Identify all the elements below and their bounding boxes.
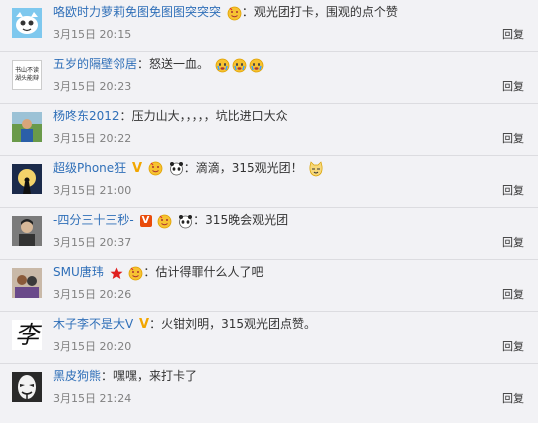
reply-button[interactable]: 回复 xyxy=(502,235,524,251)
comment-time: 3月15日 20:20 xyxy=(53,340,132,353)
username-link[interactable]: SMU唐玮 xyxy=(53,265,104,279)
reply-button[interactable]: 回复 xyxy=(502,131,524,147)
panda-icon xyxy=(169,162,183,176)
reply-button[interactable]: 回复 xyxy=(502,183,524,199)
comment-item: SMU唐玮 ：估计得罪什么人了吧 3月15日 20:26 回复 xyxy=(0,260,538,312)
comment-colon: ： xyxy=(241,5,254,19)
user-badges xyxy=(108,265,144,281)
comment-text: 压力山大，，，，，坑比进口大众 xyxy=(131,109,288,123)
crying-emoji-icon xyxy=(232,58,247,72)
comment-time: 3月15日 20:15 xyxy=(53,28,132,41)
crying-emoji-icon xyxy=(215,58,230,72)
comment-item: 咯欧时力萝莉免图免图图突突突 ：观光团打卡，围观的点个赞 3月15日 20:15… xyxy=(0,0,538,52)
cat-emoji-icon xyxy=(310,160,323,176)
comment-text: 315晚会观光团 xyxy=(205,213,289,227)
verified-v-icon: V xyxy=(139,316,150,332)
crying-emoji-icon xyxy=(249,58,264,72)
comment-item: -四分三十三秒- V ：315晚会观光团 3月15日 20:37 回复 xyxy=(0,208,538,260)
red-star-icon xyxy=(110,267,123,279)
avatar[interactable] xyxy=(12,372,42,402)
comment-time: 3月15日 21:24 xyxy=(53,392,132,405)
comment-text: 滴滴，315观光团！ xyxy=(195,161,303,175)
reply-button[interactable]: 回复 xyxy=(502,339,524,355)
avatar[interactable]: 书山不读 湖头能辩 xyxy=(12,60,42,90)
avatar[interactable]: 李 xyxy=(12,320,42,350)
username-link[interactable]: 五岁的隔壁邻居 xyxy=(53,57,137,71)
comment-text: 火钳刘明，315观光团点赞。 xyxy=(161,317,317,331)
comment-time: 3月15日 20:23 xyxy=(53,80,132,93)
comment-list: 咯欧时力萝莉免图免图图突突突 ：观光团打卡，围观的点个赞 3月15日 20:15… xyxy=(0,0,538,423)
avatar[interactable] xyxy=(12,8,42,38)
avatar-text: 李 xyxy=(15,321,39,349)
user-badges: V xyxy=(137,316,149,333)
comment-colon: ： xyxy=(143,265,156,279)
comment-colon: ： xyxy=(101,369,114,383)
comment-time: 3月15日 20:22 xyxy=(53,132,132,145)
comment-time: 3月15日 20:26 xyxy=(53,288,132,301)
verified-v-icon: V xyxy=(139,215,152,227)
panda-icon xyxy=(179,214,193,228)
username-link[interactable]: 咯欧时力萝莉免图免图图突突突 xyxy=(53,5,221,19)
comment-text: 嘿嘿，来打卡了 xyxy=(113,369,198,383)
reply-button[interactable]: 回复 xyxy=(502,79,524,95)
username-link[interactable]: 木子李不是大V xyxy=(53,317,133,331)
vip-emoji-icon xyxy=(148,161,163,176)
emoji-icon xyxy=(227,6,242,20)
comment-text: 怒送一血。 xyxy=(149,57,210,71)
comment-time: 3月15日 20:37 xyxy=(53,236,132,249)
username-link[interactable]: 超级Phone狂 xyxy=(53,161,126,175)
comment-item: 书山不读 湖头能辩 五岁的隔壁邻居：怒送一血。 3月15日 20:23 回复 xyxy=(0,52,538,104)
avatar[interactable] xyxy=(12,268,42,298)
avatar[interactable] xyxy=(12,164,42,194)
avatar[interactable] xyxy=(12,112,42,142)
avatar-text: 书山不读 湖头能辩 xyxy=(14,67,39,82)
comment-item: 超级Phone狂 V ：滴滴，315观光团！ 3月15日 21:00 回复 xyxy=(0,156,538,208)
comment-item: 黑皮狗熊：嘿嘿，来打卡了 3月15日 21:24 回复 xyxy=(0,364,538,416)
verified-v-icon: V xyxy=(132,160,143,176)
username-link[interactable]: -四分三十三秒- xyxy=(53,213,134,227)
comment-colon: ： xyxy=(149,317,162,331)
reply-button[interactable]: 回复 xyxy=(502,27,524,43)
reply-button[interactable]: 回复 xyxy=(502,287,524,303)
vip-emoji-icon xyxy=(129,266,143,280)
username-link[interactable]: 杨咚东2012 xyxy=(53,109,120,123)
user-badges: V xyxy=(130,160,184,177)
reply-button[interactable]: 回复 xyxy=(502,391,524,407)
user-badges xyxy=(225,5,242,21)
comment-colon: ： xyxy=(137,57,150,71)
user-badges: V xyxy=(138,213,194,229)
comment-time: 3月15日 21:00 xyxy=(53,184,132,197)
avatar[interactable] xyxy=(12,216,42,246)
username-link[interactable]: 黑皮狗熊 xyxy=(53,369,101,383)
comment-colon: ： xyxy=(193,213,206,227)
comment-text: 观光团打卡，围观的点个赞 xyxy=(253,5,398,19)
vip-emoji-icon xyxy=(157,214,172,228)
comment-item: 杨咚东2012：压力山大，，，，，坑比进口大众 3月15日 20:22 回复 xyxy=(0,104,538,156)
comment-colon: ： xyxy=(119,109,132,123)
comment-text: 估计得罪什么人了吧 xyxy=(155,265,264,279)
emoji-group xyxy=(213,57,264,73)
comment-item: 李 木子李不是大V V ：火钳刘明，315观光团点赞。 3月15日 20:20 … xyxy=(0,312,538,364)
comment-colon: ： xyxy=(183,161,196,175)
